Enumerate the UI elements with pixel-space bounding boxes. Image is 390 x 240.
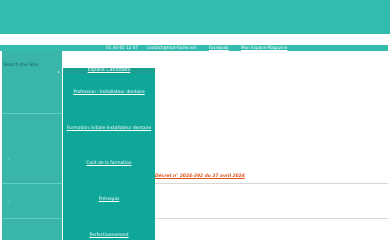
site-header-banner: [0, 0, 390, 34]
expand-arrow-icon[interactable]: ▸: [58, 70, 60, 74]
menu-item-profession[interactable]: Profession : Installateur dentaire: [63, 90, 155, 95]
menu-header-espace-candidats[interactable]: Espace Candidats: [63, 68, 155, 74]
content-divider: [155, 183, 388, 184]
bullet-icon: •: [8, 157, 10, 161]
phone-number: 01 40 65 12 47: [106, 45, 138, 50]
decree-link[interactable]: Décret n° 2024-392 du 27 avril 2024: [155, 174, 245, 179]
menu-item-cout-formation[interactable]: Coût de la formation: [63, 161, 155, 166]
sidebar-divider: [2, 113, 62, 114]
sidebar-divider: [2, 183, 62, 184]
menu-item-perfectionnement[interactable]: Perfectionnement: [63, 233, 155, 238]
sidebar: [2, 51, 62, 240]
search-label[interactable]: Search the Site: [3, 63, 38, 68]
menu-item-prerequis[interactable]: Prérequis: [63, 197, 155, 202]
bullet-icon: •: [8, 199, 10, 203]
content-divider: [155, 218, 388, 219]
facebook-link[interactable]: Facebook: [209, 45, 229, 51]
magazine-link[interactable]: Mon Espace Magazine: [241, 45, 287, 51]
menu-item-formation-initiale[interactable]: Formation initiale Installateur dentaire: [63, 126, 155, 131]
sidebar-divider: [2, 218, 62, 219]
email-link[interactable]: contact@tout-facile.net: [147, 45, 196, 51]
